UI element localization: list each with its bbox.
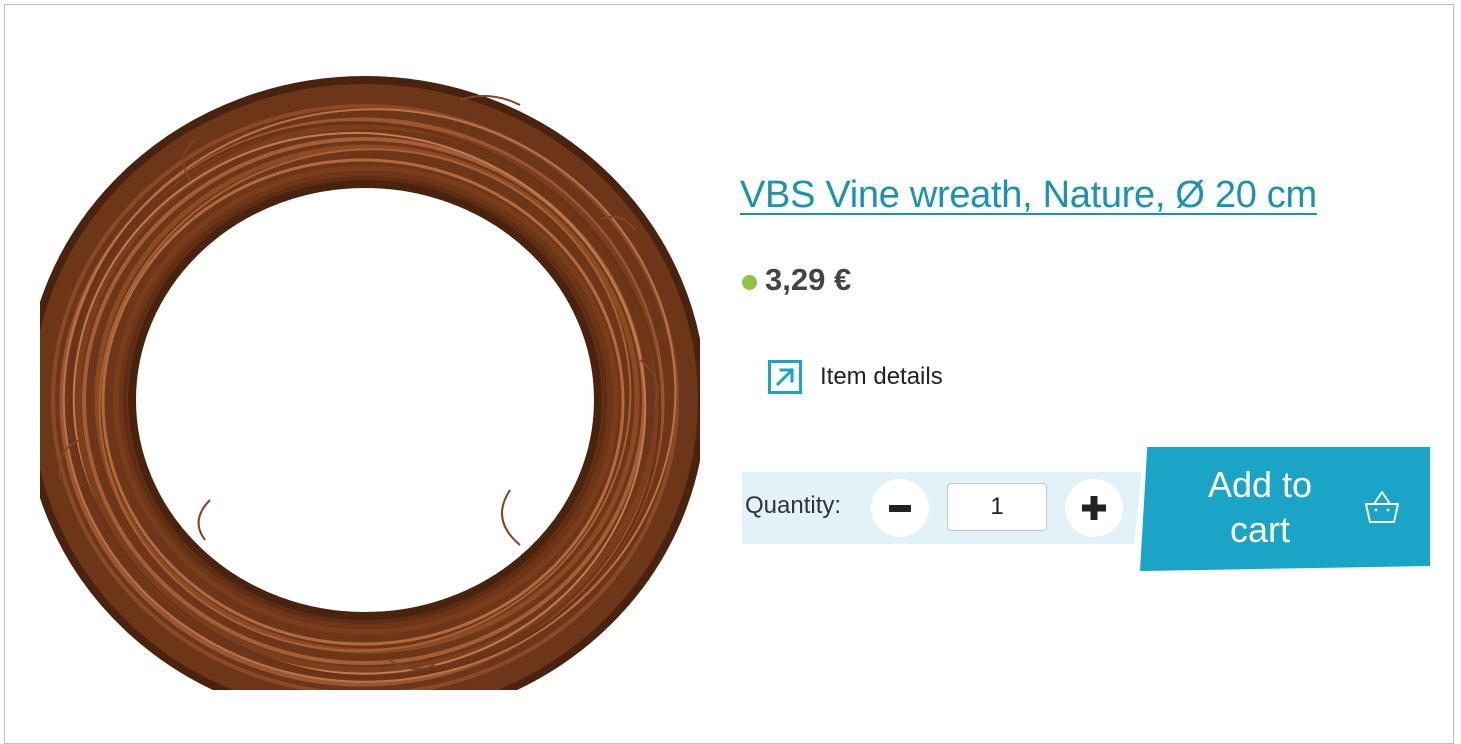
product-title-link[interactable]: VBS Vine wreath, Nature, Ø 20 cm: [740, 174, 1317, 217]
product-price: 3,29 €: [765, 262, 852, 297]
external-arrow-icon: [768, 360, 802, 394]
add-to-cart-label[interactable]: Add to cart: [1190, 462, 1330, 552]
decrement-button[interactable]: [871, 479, 929, 537]
item-details-label: Item details: [820, 363, 943, 390]
item-details-link[interactable]: Item details: [768, 360, 943, 394]
price-row: 3,29 €: [742, 262, 851, 298]
increment-button[interactable]: [1065, 479, 1123, 537]
quantity-input[interactable]: [947, 483, 1047, 531]
product-image[interactable]: [40, 60, 700, 690]
quantity-label: Quantity:: [745, 492, 842, 519]
plus-icon: [1082, 496, 1106, 520]
minus-icon: [889, 505, 911, 512]
availability-indicator: [742, 274, 757, 290]
basket-icon[interactable]: [1362, 488, 1402, 526]
